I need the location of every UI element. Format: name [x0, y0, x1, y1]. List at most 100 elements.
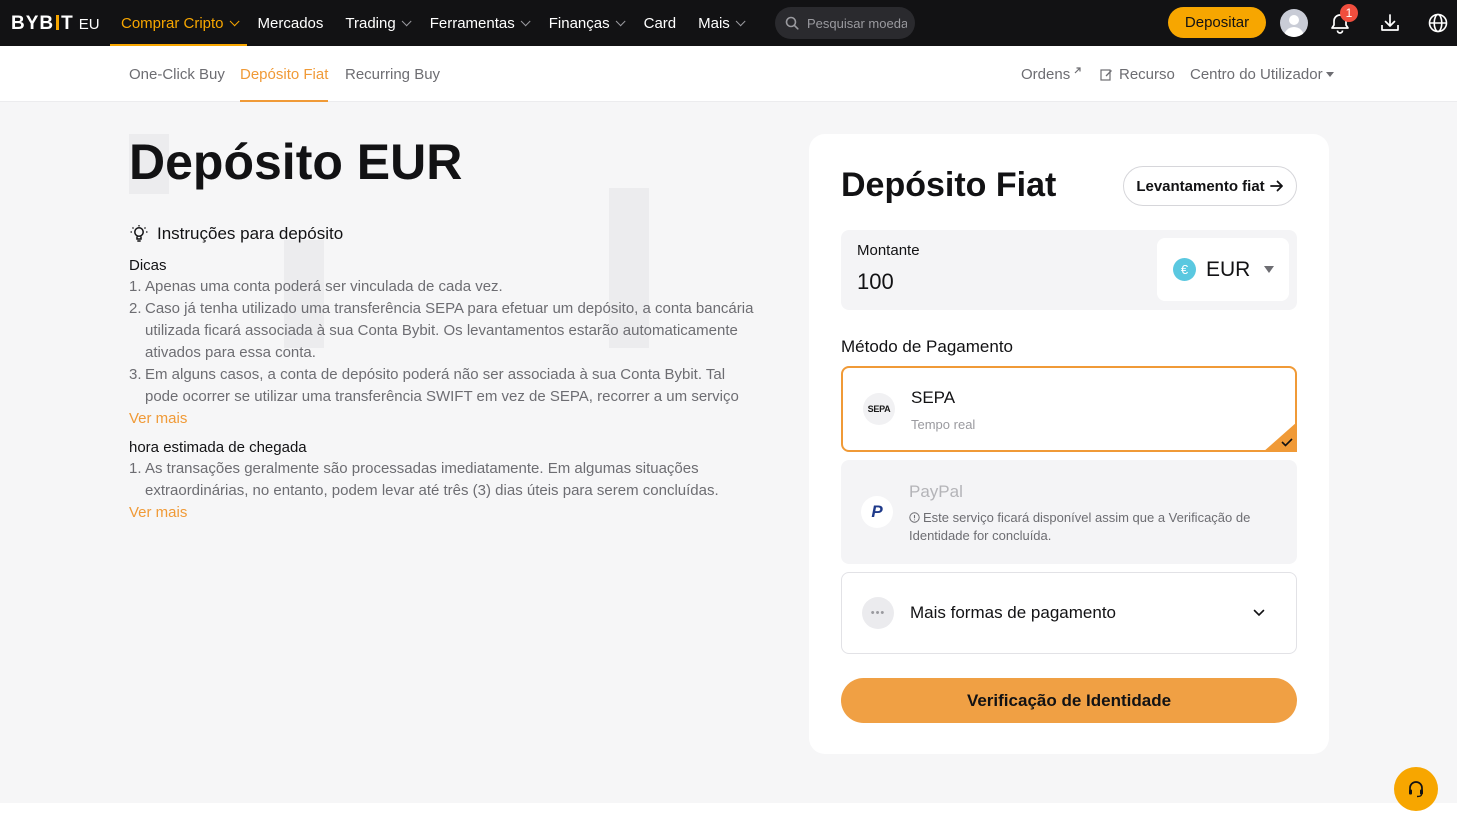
search-input[interactable] — [807, 15, 907, 31]
more-dots-icon: ••• — [862, 597, 894, 629]
edit-icon — [1100, 68, 1112, 81]
footer-strip — [0, 803, 1457, 824]
amount-field: Montante € EUR — [841, 230, 1297, 310]
instruction-line: ativados para essa conta. — [129, 342, 759, 364]
orders-label: Ordens — [1021, 65, 1071, 83]
nav-item-ferramentas[interactable]: Ferramentas — [419, 0, 538, 46]
amount-input[interactable] — [857, 266, 1117, 298]
nav-item-label: Finanças — [548, 14, 610, 32]
nav-item-label: Ferramentas — [429, 14, 515, 32]
instruction-text: Caso já tenha utilizado uma transferênci… — [145, 300, 754, 317]
instruction-line: 1. Apenas uma conta poderá ser vinculada … — [129, 276, 759, 298]
instruction-line: utilizada ficará associada à sua Conta B… — [129, 320, 759, 342]
tips-list: 1. Apenas uma conta poderá ser vinculada … — [129, 276, 759, 408]
currency-code: EUR — [1206, 257, 1251, 281]
nav-item-label: Card — [643, 14, 677, 32]
notification-badge: 1 — [1340, 4, 1358, 22]
instruction-text: Em alguns casos, a conta de depósito pod… — [145, 366, 726, 383]
nav-item-mercados[interactable]: Mercados — [247, 0, 335, 46]
euro-icon: € — [1173, 258, 1196, 281]
instruction-text: Apenas uma conta poderá ser vinculada de… — [145, 278, 503, 295]
amount-label: Montante — [857, 242, 920, 259]
nav-item-mais[interactable]: Mais — [687, 0, 753, 46]
chevron-down-icon — [229, 15, 240, 26]
main-nav: Comprar Cripto Mercados Trading Ferramentas… — [110, 0, 753, 46]
nav-item-label: Mais — [698, 14, 730, 32]
caret-down-icon — [1264, 266, 1275, 273]
tips-title: Dicas — [129, 257, 167, 274]
download-icon[interactable] — [1378, 11, 1402, 35]
list-number: 2. — [129, 300, 142, 317]
nav-item-trading[interactable]: Trading — [334, 0, 418, 46]
caret-down-icon — [1325, 71, 1334, 77]
instruction-text: extraordinárias, no entanto, podem levar… — [145, 482, 719, 499]
payment-option-paypal[interactable]: P PayPal Este serviço ficará disponível … — [841, 460, 1297, 564]
paypal-logo-icon: P — [861, 496, 893, 528]
sepa-speed: Tempo real — [911, 417, 976, 432]
region-label: EU — [78, 16, 100, 33]
paypal-unavailable-note: Este serviço ficará disponível assim que… — [909, 509, 1269, 545]
user-center-menu[interactable]: Centro do Utilizador — [1190, 46, 1334, 102]
payment-method-label: Método de Pagamento — [841, 337, 1014, 356]
card-title: Depósito Fiat — [841, 166, 1057, 204]
list-number: 3. — [129, 366, 142, 383]
nav-item-finan-as[interactable]: Finanças — [538, 0, 633, 46]
lightbulb-icon — [130, 225, 148, 242]
chevron-down-icon — [401, 15, 412, 26]
chevron-down-icon — [735, 15, 746, 26]
nav-item-label: Trading — [345, 14, 396, 32]
instruction-line: pode ocorrer se utilizar uma transferênc… — [129, 386, 759, 408]
eta-see-more-link[interactable]: Ver mais — [129, 504, 187, 521]
paypal-unavailable-text: Este serviço ficará disponível assim que… — [909, 510, 1251, 543]
chevron-down-icon — [615, 15, 626, 26]
search-box[interactable] — [775, 7, 915, 39]
more-payment-methods[interactable]: ••• Mais formas de pagamento — [841, 572, 1297, 654]
instruction-line: 2. Caso já tenha utilizado uma transferên… — [129, 298, 759, 320]
tab-fiat-deposit[interactable]: Depósito Fiat — [240, 46, 329, 102]
external-link-icon — [1074, 66, 1081, 73]
nav-item-label: Comprar Cripto — [121, 14, 224, 32]
instruction-text: ativados para essa conta. — [145, 344, 316, 361]
eta-title: hora estimada de chegada — [129, 439, 307, 456]
user-center-label: Centro do Utilizador — [1190, 65, 1323, 83]
top-navbar: BYB T EU Comprar Cripto Mercados Trading Fer… — [0, 0, 1457, 46]
deposit-button[interactable]: Depositar — [1168, 7, 1266, 38]
instruction-text: pode ocorrer se utilizar uma transferênc… — [145, 388, 739, 405]
fiat-withdraw-label: Levantamento fiat — [1136, 177, 1265, 195]
more-payment-label: Mais formas de pagamento — [910, 603, 1116, 622]
nav-item-label: Mercados — [257, 14, 324, 32]
payment-option-sepa[interactable]: SEPA SEPA Tempo real — [841, 366, 1297, 452]
arrow-right-icon — [1269, 180, 1283, 192]
instruction-line: 3. Em alguns casos, a conta de depósito p… — [129, 364, 759, 386]
fiat-withdraw-button[interactable]: Levantamento fiat — [1123, 166, 1297, 206]
instructions-heading: Instruções para depósito — [129, 224, 343, 244]
currency-select[interactable]: € EUR — [1157, 238, 1289, 301]
info-icon — [909, 512, 920, 523]
identity-verification-button[interactable]: Verificação de Identidade — [841, 678, 1297, 723]
page-title: Depósito EUR — [129, 134, 463, 190]
sepa-name: SEPA — [911, 388, 956, 407]
bybit-logo[interactable]: BYB T EU — [11, 13, 100, 35]
eta-list: 1. As transações geralmente são processad… — [129, 458, 759, 502]
resource-link[interactable]: Recurso — [1100, 46, 1175, 102]
tips-see-more-link[interactable]: Ver mais — [129, 410, 187, 427]
sub-navbar: One-Click Buy Depósito Fiat Recurring Bu… — [0, 46, 1457, 102]
nav-item-card[interactable]: Card — [633, 0, 688, 46]
chevron-down-icon — [1253, 609, 1265, 617]
sepa-logo-icon: SEPA — [863, 393, 895, 425]
support-headset-icon[interactable] — [1394, 767, 1438, 811]
globe-icon[interactable] — [1426, 11, 1450, 35]
tab-one-click-buy[interactable]: One-Click Buy — [129, 46, 225, 102]
search-icon — [785, 16, 799, 30]
resource-label: Recurso — [1119, 65, 1175, 83]
avatar[interactable] — [1280, 9, 1308, 37]
tab-recurring-buy[interactable]: Recurring Buy — [345, 46, 440, 102]
nav-item-comprar-cripto[interactable]: Comprar Cripto — [110, 0, 247, 46]
selected-check-icon — [1263, 422, 1297, 452]
instruction-line: 1. As transações geralmente são processad… — [129, 458, 759, 480]
list-number: 1. — [129, 278, 142, 295]
list-number: 1. — [129, 460, 142, 477]
paypal-name: PayPal — [909, 482, 963, 501]
instruction-line: extraordinárias, no entanto, podem levar… — [129, 480, 759, 502]
orders-link[interactable]: Ordens — [1021, 46, 1082, 102]
